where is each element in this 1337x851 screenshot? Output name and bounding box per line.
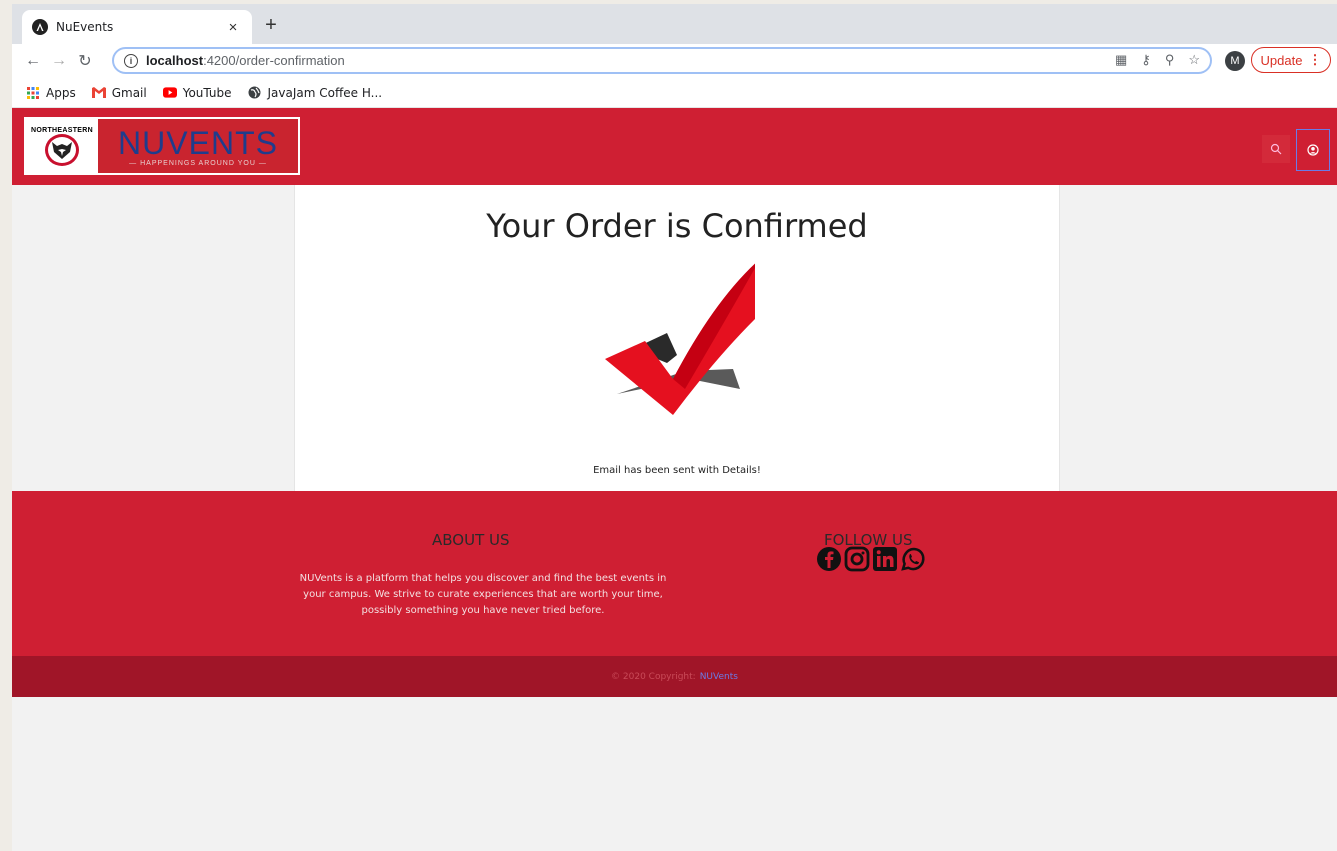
update-label: Update — [1260, 52, 1303, 68]
tab-close-icon[interactable]: × — [224, 19, 242, 36]
youtube-icon — [162, 86, 177, 100]
about-us-heading: ABOUT US — [432, 531, 510, 549]
address-bar-actions: ▦ ⚷ ⚲ ☆ — [1115, 52, 1200, 68]
bookmark-label: YouTube — [182, 85, 232, 100]
header-account-button[interactable] — [1296, 129, 1330, 171]
more-menu-icon: ⋮ — [1308, 52, 1322, 67]
facebook-icon[interactable] — [816, 546, 842, 572]
user-circle-icon — [1307, 144, 1319, 156]
copyright-bar: © 2020 Copyright: NUVents — [12, 656, 1337, 697]
new-tab-icon[interactable]: + — [260, 14, 282, 37]
url-path: :4200/order-confirmation — [203, 53, 345, 68]
linkedin-icon[interactable] — [872, 546, 898, 572]
header-search-button[interactable] — [1262, 135, 1290, 163]
address-bar[interactable]: i localhost:4200/order-confirmation ▦ ⚷ … — [112, 47, 1212, 74]
tab-title: NuEvents — [56, 20, 114, 34]
reload-icon[interactable]: ↻ — [72, 51, 98, 71]
zoom-icon[interactable]: ⚲ — [1165, 52, 1175, 68]
apps-grid-icon — [26, 86, 40, 100]
northeastern-husky-logo: NORTHEASTERN — [26, 119, 98, 173]
copyright-link[interactable]: NUVents — [700, 672, 738, 682]
bookmark-javajam[interactable]: JavaJam Coffee H... — [248, 85, 383, 100]
main-content: Your Order is Confirmed Email has been s… — [12, 185, 1337, 491]
husky-icon — [45, 133, 79, 166]
logo-university: NORTHEASTERN — [31, 126, 93, 134]
checkmark-icon — [605, 263, 755, 415]
qr-code-icon[interactable]: ▦ — [1115, 52, 1127, 68]
social-links — [816, 546, 926, 572]
back-icon[interactable]: ← — [20, 52, 46, 70]
search-icon — [1270, 143, 1282, 155]
key-icon[interactable]: ⚷ — [1141, 52, 1151, 68]
site-info-icon[interactable]: i — [124, 53, 138, 68]
bookmarks-bar: Apps Gmail YouTube JavaJam Coffee H... — [12, 78, 1337, 108]
forward-icon[interactable]: → — [46, 52, 72, 70]
browser-tab[interactable]: NuEvents × — [22, 10, 252, 44]
bookmark-apps[interactable]: Apps — [26, 86, 76, 100]
bookmark-youtube[interactable]: YouTube — [162, 85, 232, 100]
browser-window: NuEvents × + ← → ↻ i localhost:4200/orde… — [12, 4, 1337, 851]
logo-main-text: NUVENTS — [118, 124, 278, 161]
bookmark-gmail[interactable]: Gmail — [91, 85, 147, 100]
logo-wordmark: NUVENTS — HAPPENINGS AROUND YOU — — [98, 119, 298, 173]
site-header: NORTHEASTERN NUVENTS — HAPPENINGS AROUND… — [12, 108, 1337, 185]
globe-icon — [248, 86, 262, 100]
gmail-icon — [91, 86, 106, 100]
confirmation-card: Your Order is Confirmed Email has been s… — [294, 185, 1060, 491]
whatsapp-icon[interactable] — [900, 546, 926, 572]
instagram-icon[interactable] — [844, 546, 870, 572]
site-logo[interactable]: NORTHEASTERN NUVENTS — HAPPENINGS AROUND… — [24, 117, 300, 175]
bookmark-label: JavaJam Coffee H... — [267, 85, 383, 100]
bookmark-label: Gmail — [111, 85, 147, 100]
url-host: localhost — [146, 53, 204, 68]
tab-strip: NuEvents × + — [12, 4, 1337, 44]
browser-toolbar: ← → ↻ i localhost:4200/order-confirmatio… — [12, 44, 1337, 78]
angular-favicon-icon — [32, 19, 48, 35]
about-us-text: NUVents is a platform that helps you dis… — [299, 573, 667, 616]
email-sent-message: Email has been sent with Details! — [593, 465, 761, 476]
logo-tagline: — HAPPENINGS AROUND YOU — — [129, 159, 267, 167]
update-button[interactable]: Update ⋮ — [1251, 47, 1331, 73]
page-background — [12, 697, 1337, 851]
copyright-text: © 2020 Copyright: — [611, 671, 696, 682]
bookmark-star-icon[interactable]: ☆ — [1188, 52, 1200, 68]
site-footer: ABOUT US NUVents is a platform that help… — [12, 491, 1337, 656]
page-title: Your Order is Confirmed — [486, 207, 868, 245]
bookmark-label: Apps — [46, 85, 76, 100]
profile-avatar[interactable]: M — [1225, 51, 1245, 71]
